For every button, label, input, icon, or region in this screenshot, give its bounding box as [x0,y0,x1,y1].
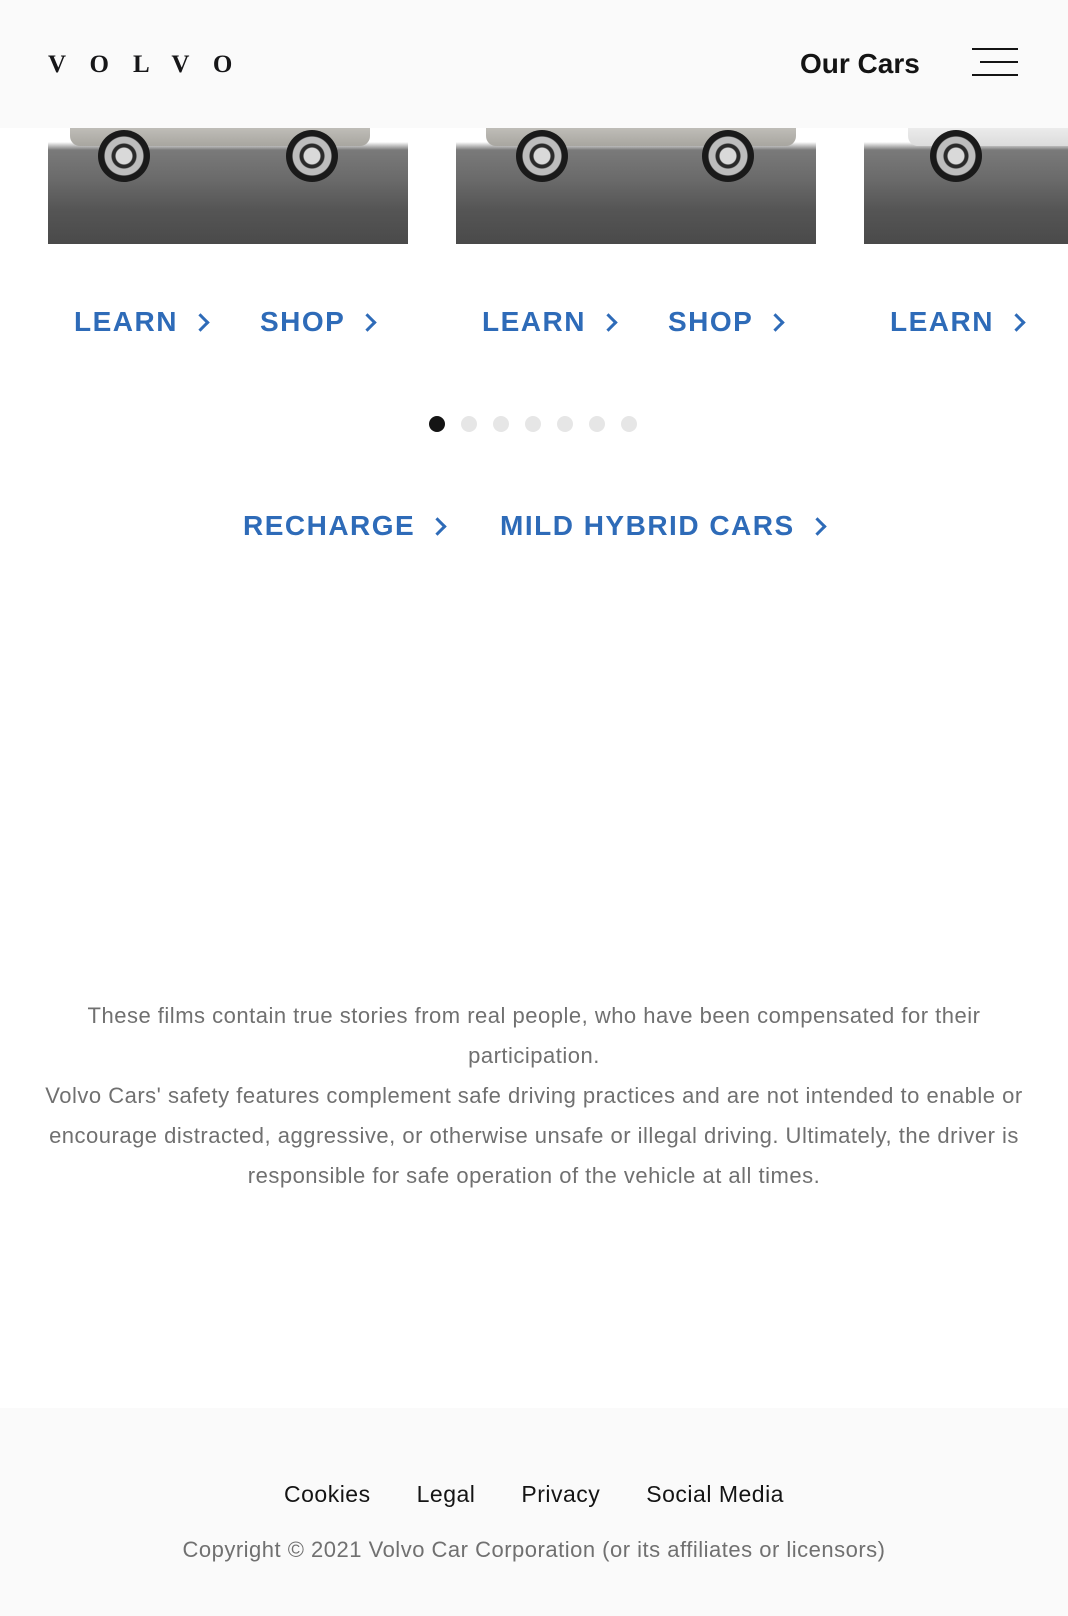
chevron-right-icon [1007,313,1026,332]
car-wheel [702,130,754,182]
car-wheel [930,130,982,182]
recharge-link[interactable]: RECHARGE [243,508,447,544]
hamburger-menu-icon[interactable] [972,44,1018,80]
chevron-right-icon [358,313,378,332]
learn-link[interactable]: LEARN [74,304,210,340]
shop-link[interactable]: SHOP [260,304,378,340]
pagination-dot[interactable] [589,416,605,432]
site-header: VOLVO Our Cars [0,0,1068,128]
recharge-link-label: RECHARGE [243,510,416,541]
pagination-dot[interactable] [525,416,541,432]
volvo-logo[interactable]: VOLVO [48,50,256,80]
privacy-link[interactable]: Privacy [521,1478,600,1510]
disclaimer-text: These films contain true stories from re… [40,996,1028,1196]
pagination-dot-active[interactable] [429,416,445,432]
pagination-dot[interactable] [493,416,509,432]
chevron-right-icon [807,517,827,536]
shop-link-label: SHOP [668,306,754,337]
copyright-text: Copyright © 2021 Volvo Car Corporation (… [182,1537,886,1562]
learn-link[interactable]: LEARN [890,304,1026,340]
chevron-right-icon [191,313,210,332]
car-wheel [516,130,568,182]
learn-link-label: LEARN [74,306,178,337]
shop-link[interactable]: SHOP [668,304,786,340]
chevron-right-icon [599,313,618,332]
footer-links: Cookies Legal Privacy Social Media [0,1478,1068,1510]
menu-bar [980,61,1018,63]
car-wheel [98,130,150,182]
pagination-dot[interactable] [461,416,477,432]
pagination-dot[interactable] [621,416,637,432]
chevron-right-icon [766,313,786,332]
chevron-right-icon [428,517,447,536]
learn-link-label: LEARN [482,306,586,337]
mild-hybrid-cars-link-label: MILD HYBRID CARS [500,510,795,541]
cookies-link[interactable]: Cookies [284,1478,371,1510]
site-footer: Cookies Legal Privacy Social Media Copyr… [0,1408,1068,1616]
disclaimer-paragraph: Volvo Cars' safety features complement s… [45,1083,1023,1188]
learn-link[interactable]: LEARN [482,304,618,340]
our-cars-nav-button[interactable]: Our Cars [800,46,920,82]
shop-link-label: SHOP [260,306,346,337]
mild-hybrid-cars-link[interactable]: MILD HYBRID CARS [500,508,827,544]
legal-link[interactable]: Legal [417,1478,476,1510]
learn-link-label: LEARN [890,306,994,337]
social-media-link[interactable]: Social Media [646,1478,784,1510]
car-wheel [286,130,338,182]
pagination-dot[interactable] [557,416,573,432]
menu-bar [972,48,1018,50]
menu-bar [972,74,1018,76]
disclaimer-paragraph: These films contain true stories from re… [87,1003,981,1068]
